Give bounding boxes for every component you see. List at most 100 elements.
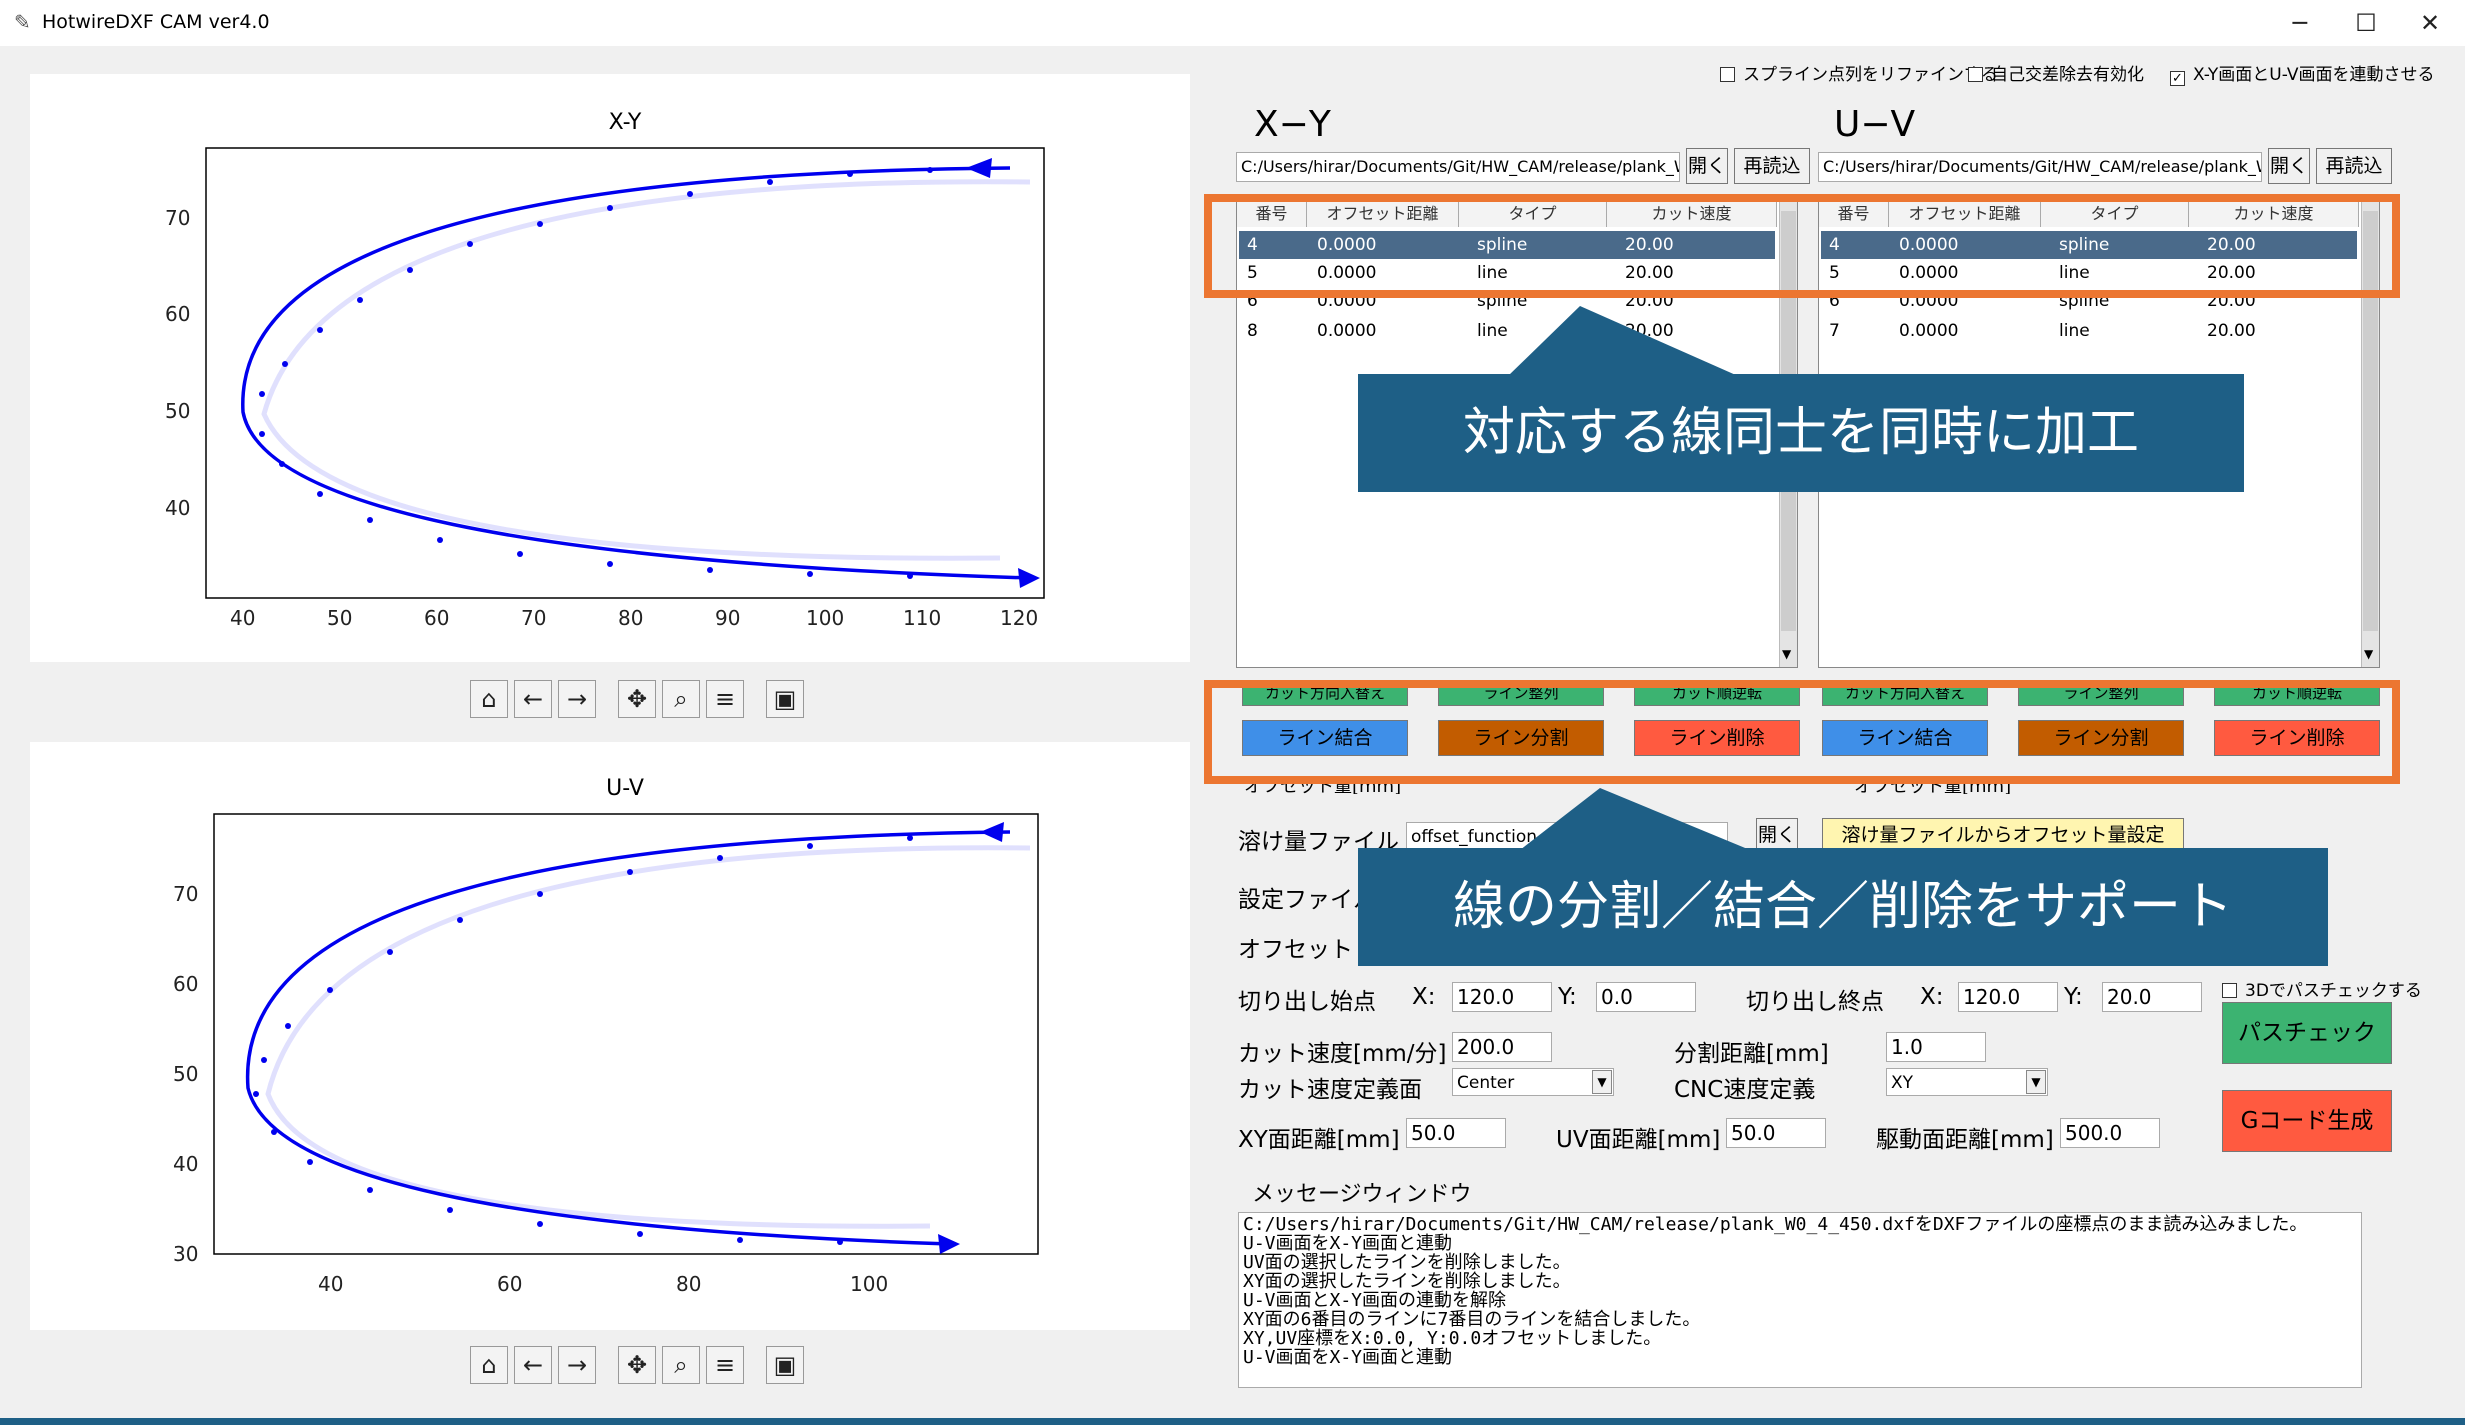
path3d-label: 3Dでパスチェックする [2245,981,2422,1001]
uv-file-path[interactable]: C:/Users/hirar/Documents/Git/HW_CAM/rele… [1818,152,2262,182]
gcode-button[interactable]: Gコード生成 [2222,1090,2392,1152]
bottom-edge [0,1418,2465,1425]
callout-pointer-top [1508,306,1738,376]
xy-file-path[interactable]: C:/Users/hirar/Documents/Git/HW_CAM/rele… [1236,152,1680,182]
back-icon[interactable]: ← [514,1346,552,1384]
y-tick: 50 [173,1062,199,1086]
window-title: HotwireDXF CAM ver4.0 [42,11,270,33]
y-tick: 40 [173,1152,199,1176]
zoom-icon[interactable]: ⌕ [662,1346,700,1384]
cut-start-y-input[interactable]: 0.0 [1596,982,1696,1012]
home-icon[interactable]: ⌂ [470,1346,508,1384]
x-tick: 100 [850,1272,889,1296]
x-tick: 80 [618,606,644,630]
cut-start-x-input[interactable]: 120.0 [1452,982,1552,1012]
refine-checkbox[interactable] [1720,67,1735,82]
uv-reload-button[interactable]: 再読込 [2316,148,2392,184]
cnc-plane-label: CNC速度定義 [1674,1077,1816,1103]
path-check-button[interactable]: パスチェック [2222,1002,2392,1064]
message-window[interactable]: C:/Users/hirar/Documents/Git/HW_CAM/rele… [1238,1212,2362,1388]
highlight-box-top [1204,194,2400,298]
speed-plane-select[interactable]: Center [1452,1068,1614,1096]
configure-icon[interactable]: ≡ [706,1346,744,1384]
cut-end-x-input[interactable]: 120.0 [1958,982,2058,1012]
cut-start-y-label: Y: [1558,984,1577,1010]
y-tick: 70 [173,882,199,906]
melt-apply-button[interactable]: 溶け量ファイルからオフセット量設定 [1822,818,2184,852]
pan-icon[interactable]: ✥ [618,680,656,718]
close-button[interactable]: ✕ [2400,6,2460,40]
maximize-button[interactable]: ☐ [2336,6,2396,40]
speed-plane-value: Center [1457,1073,1515,1093]
uv-distance-input[interactable]: 50.0 [1726,1118,1826,1148]
self-intersect-checkbox[interactable] [1968,67,1983,82]
save-icon[interactable]: ▣ [766,1346,804,1384]
x-tick: 50 [327,606,353,630]
callout-bottom: 線の分割／結合／削除をサポート [1358,848,2328,966]
x-tick: 60 [424,606,450,630]
xy-distance-label: XY面距離[mm] [1238,1127,1400,1153]
cut-end-y-input[interactable]: 20.0 [2102,982,2202,1012]
cut-end-label: 切り出し終点 [1746,989,1884,1015]
cut-start-label: 切り出し始点 [1238,989,1376,1015]
xy-open-button[interactable]: 開く [1686,148,1728,184]
uv-distance-label: UV面距離[mm] [1556,1127,1721,1153]
chevron-down-icon[interactable]: ▼ [2026,1070,2046,1094]
uv-plot-canvas[interactable] [30,742,1190,1330]
message-window-label: メッセージウィンドウ [1252,1182,1472,1207]
x-tick: 70 [521,606,547,630]
x-tick: 40 [230,606,256,630]
forward-icon[interactable]: → [558,680,596,718]
scroll-down-icon[interactable]: ▼ [2364,647,2373,661]
link-option[interactable]: ✓ X-Y画面とU-V画面を連動させる [2170,60,2435,86]
drive-distance-input[interactable]: 500.0 [2060,1118,2160,1148]
path3d-checkbox[interactable] [2222,983,2237,998]
cnc-plane-select[interactable]: XY [1886,1068,2048,1096]
x-tick: 60 [497,1272,523,1296]
chevron-down-icon[interactable]: ▼ [1592,1070,1612,1094]
back-icon[interactable]: ← [514,680,552,718]
cut-end-y-label: Y: [2064,984,2083,1010]
xy-distance-input[interactable]: 50.0 [1406,1118,1506,1148]
refine-option[interactable]: スプライン点列をリファインする [1720,60,1998,85]
y-tick: 60 [165,302,191,326]
x-tick: 110 [903,606,942,630]
x-tick: 120 [1000,606,1039,630]
uv-open-button[interactable]: 開く [2268,148,2310,184]
scroll-down-icon[interactable]: ▼ [1782,647,1791,661]
speed-plane-label: カット速度定義面 [1238,1077,1422,1103]
split-distance-input[interactable]: 1.0 [1886,1032,1986,1062]
x-tick: 40 [318,1272,344,1296]
refine-label: スプライン点列をリファインする [1743,65,1998,85]
xy-plot-canvas[interactable] [30,74,1190,662]
link-label: X-Y画面とU-V画面を連動させる [2193,65,2435,85]
drive-distance-label: 駆動面距離[mm] [1876,1127,2054,1153]
link-checkbox[interactable]: ✓ [2170,71,2185,86]
feather-icon: ✎ [14,10,31,34]
home-icon[interactable]: ⌂ [470,680,508,718]
callout-top: 対応する線同士を同時に加工 [1358,374,2244,492]
table-row[interactable]: 7 0.0000 line 20.00 [1821,317,2357,345]
pan-icon[interactable]: ✥ [618,1346,656,1384]
self-intersect-option[interactable]: 自己交差除去有効化 [1968,60,2144,85]
uv-plot-toolbar: ⌂ ← → ✥ ⌕ ≡ ▣ [470,1346,810,1386]
forward-icon[interactable]: → [558,1346,596,1384]
xy-reload-button[interactable]: 再読込 [1734,148,1810,184]
y-tick: 40 [165,496,191,520]
callout-pointer-bottom [1520,788,1750,850]
y-tick: 60 [173,972,199,996]
save-icon[interactable]: ▣ [766,680,804,718]
uv-panel-heading: U−V [1834,104,1916,145]
x-tick: 90 [715,606,741,630]
settings-file-label: 設定ファイル [1238,887,1376,913]
configure-icon[interactable]: ≡ [706,680,744,718]
x-tick: 80 [676,1272,702,1296]
split-distance-label: 分割距離[mm] [1674,1041,1829,1067]
cut-speed-input[interactable]: 200.0 [1452,1032,1552,1062]
minimize-button[interactable]: ─ [2270,6,2330,40]
cnc-plane-value: XY [1891,1073,1914,1093]
zoom-icon[interactable]: ⌕ [662,680,700,718]
message-text: C:/Users/hirar/Documents/Git/HW_CAM/rele… [1243,1214,2308,1368]
self-intersect-label: 自己交差除去有効化 [1991,65,2144,85]
path3d-option[interactable]: 3Dでパスチェックする [2222,976,2422,1001]
